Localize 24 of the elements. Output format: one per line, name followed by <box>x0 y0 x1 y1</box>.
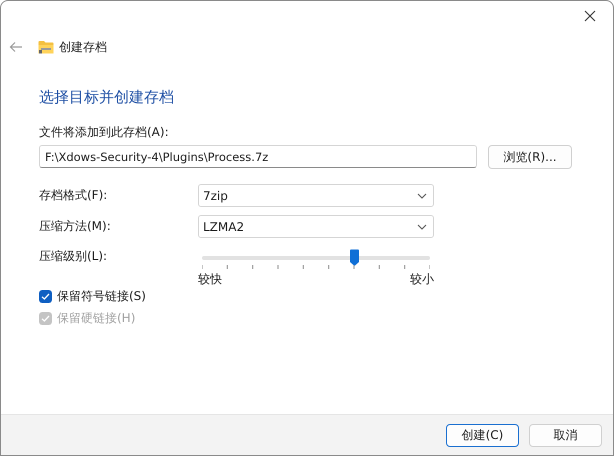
field-label: 文件将添加到此存档(A): <box>39 124 170 141</box>
checkbox-label: 保留符号链接(S) <box>57 288 146 304</box>
page-heading: 选择目标并创建存档 <box>39 88 175 108</box>
archive-path-field[interactable]: F:\Xdows-Security-4\Plugins\Process.7z <box>39 145 477 168</box>
field-label: 压缩方法(M): <box>39 218 112 235</box>
field-label: 存档格式(F): <box>39 187 108 204</box>
back-arrow-icon[interactable] <box>9 41 23 53</box>
dialog-button[interactable]: 取消 <box>529 424 602 446</box>
checkbox-label: 保留硬链接(H) <box>57 310 136 326</box>
chevron-down-icon <box>417 192 427 198</box>
dropdown[interactable]: LZMA2 <box>198 215 434 238</box>
field-label: 压缩级别(L): <box>39 248 108 265</box>
scale-label: 较快 <box>198 271 222 288</box>
close-icon[interactable] <box>583 9 597 23</box>
chevron-down-icon <box>417 224 427 230</box>
window-title: 创建存档 <box>59 38 107 56</box>
dialog-button[interactable]: 创建(C) <box>446 424 519 446</box>
checkbox[interactable] <box>39 290 52 302</box>
zipped-folder-icon <box>38 40 54 54</box>
slider-thumb[interactable] <box>349 249 360 267</box>
browse-button[interactable]: 浏览(R)... <box>488 145 572 169</box>
dropdown[interactable]: 7zip <box>198 184 434 207</box>
slider-track[interactable] <box>202 249 430 267</box>
scale-label: 较小 <box>410 271 434 288</box>
